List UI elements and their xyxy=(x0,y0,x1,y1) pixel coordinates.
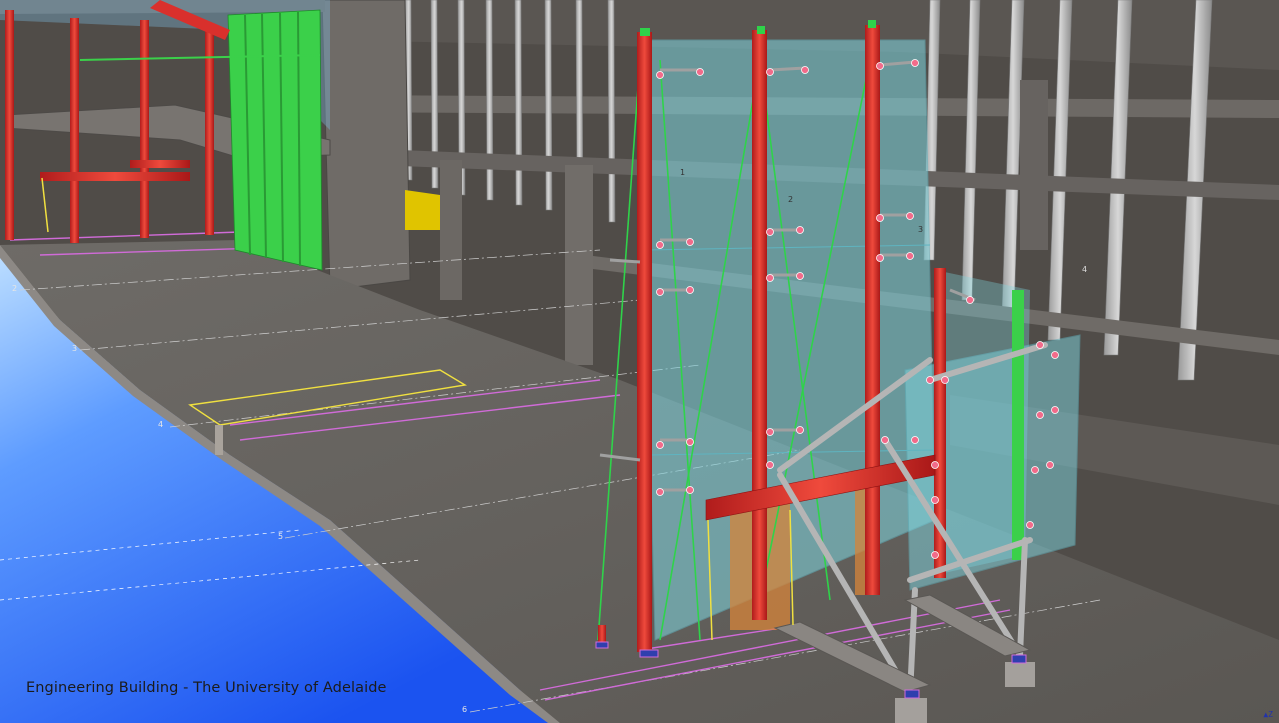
green-mullion-right xyxy=(1012,290,1024,560)
bg-column-3 xyxy=(1020,80,1048,250)
image-caption: Engineering Building - The University of… xyxy=(26,680,387,696)
pier-2 xyxy=(895,698,927,723)
grid-label-3: 3 xyxy=(72,344,78,353)
column-c xyxy=(865,25,880,595)
column-a xyxy=(637,32,652,652)
panel-label-3: 3 xyxy=(918,225,924,234)
grid-label-6: 6 xyxy=(462,705,468,714)
panel-label-4: 4 xyxy=(1082,265,1088,274)
model-viewport[interactable]: 2 3 4 5 6 1 2 3 4 Engineering Building -… xyxy=(0,0,1279,723)
grid-label-4: 4 xyxy=(158,420,164,429)
building-3d-model xyxy=(0,0,1279,723)
left-green-mullions xyxy=(227,9,323,271)
panel-label-1: 1 xyxy=(680,168,686,177)
bg-column-1 xyxy=(440,160,462,300)
bg-column-2 xyxy=(565,165,593,365)
pier-1 xyxy=(1005,662,1035,687)
column-b xyxy=(752,30,767,620)
grid-label-5: 5 xyxy=(278,532,284,541)
yellow-door xyxy=(405,190,440,230)
axis-indicator-icon: ▲Z xyxy=(1263,710,1273,719)
axis-indicator-label: Z xyxy=(1268,710,1273,719)
concrete-core xyxy=(321,0,411,291)
panel-label-2: 2 xyxy=(788,195,794,204)
grid-label-2: 2 xyxy=(12,284,18,293)
slab-post xyxy=(215,425,223,455)
